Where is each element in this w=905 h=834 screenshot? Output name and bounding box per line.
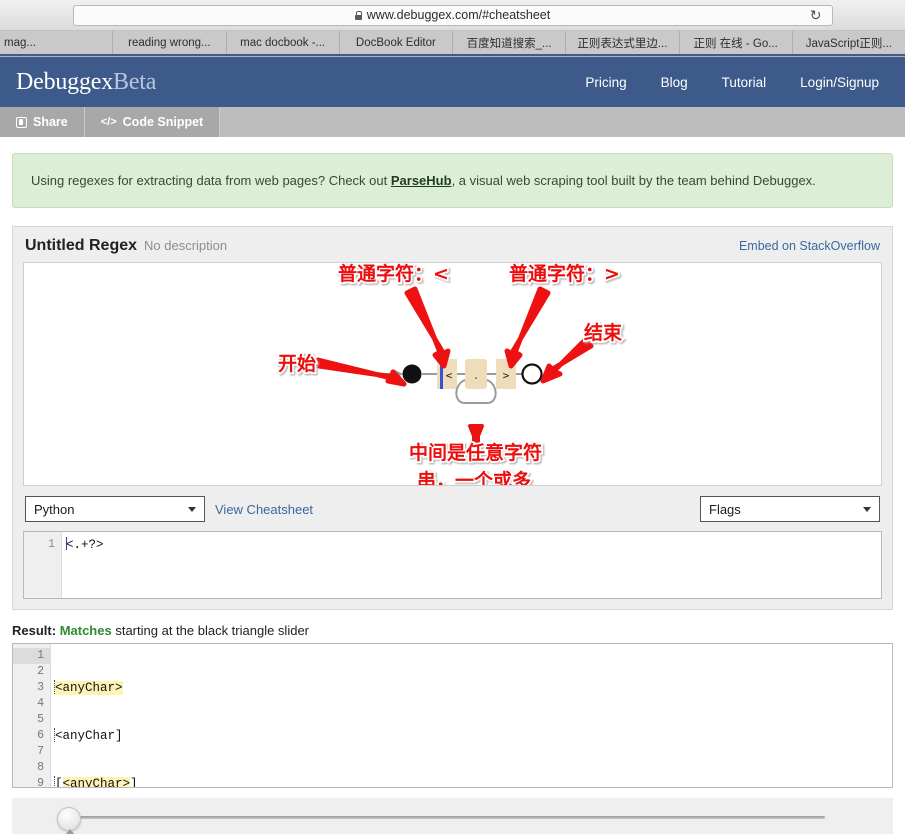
annotation-normal-char-lt: 普通字符：< [338, 263, 449, 285]
nav-link-blog[interactable]: Blog [661, 75, 688, 90]
chevron-down-icon [863, 506, 871, 512]
embed-on-stackoverflow-link[interactable]: Embed on StackOverflow [739, 239, 880, 253]
svg-text:<: < [446, 369, 453, 382]
result-line-pre: <anyChar] [55, 729, 123, 743]
result-header: Result: Matches starting at the black tr… [12, 623, 893, 638]
result-editor[interactable]: 1 2 3 4 5 6 7 8 9 <anyChar> <anyChar] [<… [12, 643, 893, 788]
result-line: <anyChar> [54, 680, 892, 696]
page-title: Untitled Regex [25, 237, 138, 254]
share-button[interactable]: Share [0, 107, 85, 137]
language-select[interactable]: Python [25, 496, 205, 522]
code-snippet-label: Code Snippet [122, 115, 204, 129]
controls-row: Python View Cheatsheet Flags [23, 496, 882, 522]
url-text: www.debuggex.com/#cheatsheet [366, 8, 551, 22]
regex-description: No description [144, 238, 228, 253]
reload-icon[interactable]: ↻ [810, 8, 822, 22]
result-line: [<anyChar>] [54, 776, 892, 788]
bookmark-item[interactable]: DocBook Editor [340, 31, 453, 54]
bookmark-item[interactable]: 正则 在线 - Go... [680, 31, 793, 54]
svg-text:>: > [503, 369, 510, 382]
promo-banner: Using regexes for extracting data from w… [12, 153, 893, 208]
line-number: 7 [37, 745, 44, 758]
bookmark-item[interactable]: mac docbook -... [227, 31, 340, 54]
line-number: 1 [48, 538, 55, 551]
annotation-note-line-2: 串，一个或多 [417, 469, 531, 485]
main-nav: Pricing Blog Tutorial Login/Signup [585, 75, 889, 90]
chevron-down-icon [188, 506, 196, 512]
annotation-start: 开始 [278, 352, 316, 375]
bookmark-item[interactable]: 正则表达式里边... [566, 31, 680, 54]
flags-select-value: Flags [709, 501, 741, 517]
line-number: 1 [13, 648, 50, 664]
result-text-area[interactable]: <anyChar> <anyChar] [<anyChar>] <testABC… [51, 644, 892, 787]
view-cheatsheet-link[interactable]: View Cheatsheet [215, 502, 313, 517]
line-number: 9 [37, 777, 44, 788]
position-slider[interactable]: POSITION [12, 798, 893, 834]
line-number: 6 [37, 729, 44, 742]
share-icon [16, 116, 27, 128]
regex-editor-area[interactable]: <.+?> [62, 532, 881, 598]
url-bar-row: www.debuggex.com/#cheatsheet ↻ [0, 0, 905, 31]
promo-text-after: , a visual web scraping tool built by th… [451, 173, 816, 188]
result-label: Result: [12, 623, 57, 638]
result-gutter: 1 2 3 4 5 6 7 8 9 [13, 644, 51, 787]
line-number: 2 [37, 665, 44, 678]
regex-editor-gutter: 1 [24, 532, 62, 598]
address-bar[interactable]: www.debuggex.com/#cheatsheet ↻ [72, 4, 833, 26]
parsehub-link[interactable]: ParseHub [391, 173, 452, 188]
result-line-post: ] [130, 777, 138, 788]
share-button-label: Share [33, 115, 68, 129]
nav-link-pricing[interactable]: Pricing [585, 75, 626, 90]
result-line-match: <anyChar> [62, 777, 131, 787]
bookmark-item[interactable]: 百度知道搜索_... [453, 31, 567, 54]
language-select-value: Python [34, 501, 75, 517]
railroad-diagram-svg: < . > 普通字符：< 普通字符：> 结束 开始 中间是任意字符 串，一个或多 [276, 263, 625, 485]
result-line: <anyChar] [54, 728, 892, 744]
bookmark-item[interactable]: JavaScript正则... [793, 31, 905, 54]
nav-link-tutorial[interactable]: Tutorial [722, 75, 767, 90]
regex-editor[interactable]: 1 <.+?> [23, 531, 882, 599]
line-number: 8 [37, 761, 44, 774]
line-number: 4 [37, 697, 44, 710]
result-status-badge: Matches [59, 623, 112, 638]
railroad-diagram[interactable]: < . > 普通字符：< 普通字符：> 结束 开始 中间是任意字符 串，一个或多 [23, 262, 882, 486]
slider-track[interactable] [72, 816, 825, 819]
logo-beta-text: Beta [113, 68, 157, 95]
annotation-normal-char-gt: 普通字符：> [509, 263, 620, 285]
result-line-pre: [ [55, 777, 63, 788]
browser-chrome: www.debuggex.com/#cheatsheet ↻ mag... re… [0, 0, 905, 57]
lock-icon [354, 10, 363, 20]
slider-thumb[interactable] [57, 807, 81, 831]
regex-header: Untitled Regex No description Embed on S… [23, 237, 882, 262]
page-body: Using regexes for extracting data from w… [0, 153, 905, 834]
line-number: 5 [37, 713, 44, 726]
annotation-note-line-1: 中间是任意字符 [409, 441, 542, 464]
slider-triangle-icon [65, 829, 75, 834]
end-node [521, 363, 543, 385]
code-snippet-button[interactable]: </> Code Snippet [84, 107, 221, 137]
svg-text:.: . [473, 369, 480, 382]
flags-select[interactable]: Flags [700, 496, 880, 522]
sub-toolbar: Share </> Code Snippet [0, 107, 905, 137]
logo-main-text: Debuggex [16, 68, 114, 95]
annotation-end: 结束 [584, 321, 623, 344]
regex-panel: Untitled Regex No description Embed on S… [12, 226, 893, 610]
start-node [402, 364, 422, 384]
result-suffix-text: starting at the black triangle slider [115, 623, 309, 638]
result-line-match: <anyChar> [55, 681, 123, 695]
site-header: DebuggexBeta Pricing Blog Tutorial Login… [0, 57, 905, 107]
nav-link-login-signup[interactable]: Login/Signup [800, 75, 879, 90]
line-number: 3 [37, 681, 44, 694]
bookmark-item[interactable]: reading wrong... [113, 31, 227, 54]
promo-text-before: Using regexes for extracting data from w… [31, 173, 391, 188]
site-logo[interactable]: DebuggexBeta [16, 69, 156, 96]
bookmarks-bar: mag... reading wrong... mac docbook -...… [0, 31, 905, 56]
code-brackets-icon: </> [100, 116, 117, 128]
bookmark-item[interactable]: mag... [0, 31, 114, 54]
regex-input-value: <.+?> [66, 538, 104, 552]
